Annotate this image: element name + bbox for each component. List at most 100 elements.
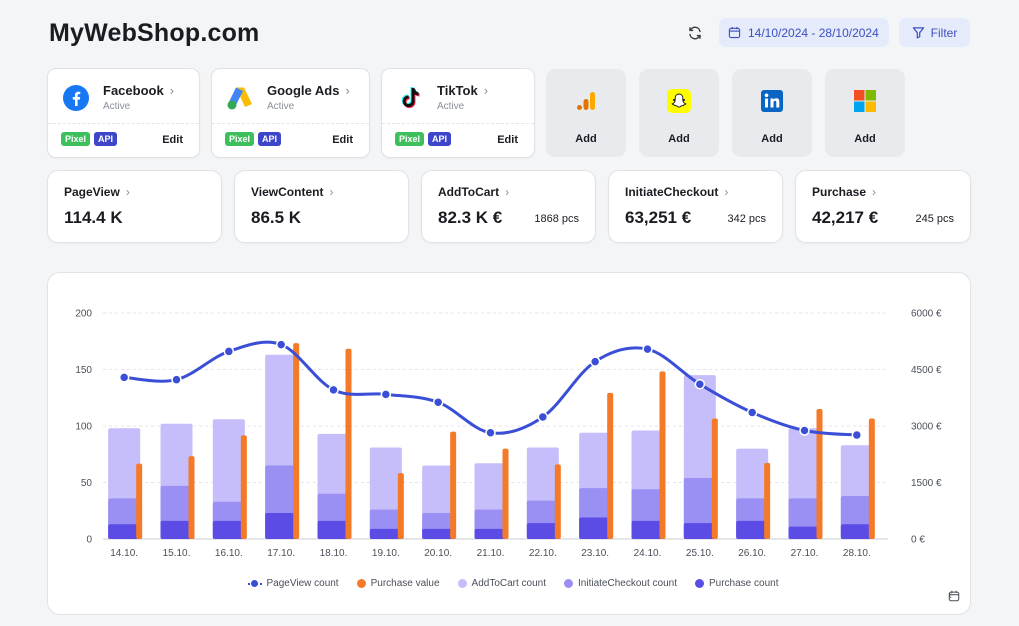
x-tick-label: 27.10. xyxy=(791,548,819,559)
purchase-count-bar xyxy=(788,526,821,539)
chart-card: 0 50 100 150 200 0 € 1500 € 3000 € 4500 € 6000 € 1… xyxy=(47,272,971,615)
chevron-right-icon: › xyxy=(483,83,489,98)
add-google-analytics-card[interactable]: Add xyxy=(546,69,626,157)
refresh-button[interactable] xyxy=(683,22,707,44)
purchase-count-bar xyxy=(579,517,612,539)
metric-name: ViewContent xyxy=(251,185,324,199)
x-tick-label: 18.10. xyxy=(320,548,348,559)
y-left-tick-label: 50 xyxy=(81,478,93,489)
refresh-icon xyxy=(689,26,701,40)
y-left-tick-label: 200 xyxy=(75,309,92,320)
metric-pcs: 342 pcs xyxy=(727,213,766,225)
x-tick-label: 17.10. xyxy=(267,548,295,559)
legend-item-pageview[interactable]: PageView count xyxy=(247,578,339,589)
legend-swatch xyxy=(694,579,704,588)
x-tick-label: 16.10. xyxy=(215,548,243,559)
add-label: Add xyxy=(575,133,597,145)
platform-status: Active xyxy=(103,101,131,112)
x-tick-label: 22.10. xyxy=(529,548,557,559)
platform-status: Active xyxy=(267,101,295,112)
purchase-value-bar xyxy=(293,343,300,539)
pageview-point xyxy=(537,411,549,423)
metric-card-pageview[interactable]: PageView › 114.4 K xyxy=(47,170,222,243)
metric-card-purchase[interactable]: Purchase › 42,217 € 245 pcs xyxy=(795,170,971,243)
chart-legend: PageView count Purchase value AddToCart … xyxy=(48,578,970,589)
platform-card-facebook[interactable]: Facebook › Active Pixel API Edit xyxy=(47,68,200,158)
purchase-value-bar xyxy=(554,464,561,539)
legend-swatch xyxy=(457,579,467,588)
platform-name: Google Ads xyxy=(267,83,340,98)
add-label: Add xyxy=(854,133,876,145)
metric-name: AddToCart xyxy=(438,185,500,199)
purchase-count-bar xyxy=(160,520,193,539)
purchase-count-bar xyxy=(736,520,769,539)
metric-card-viewcontent[interactable]: ViewContent › 86.5 K xyxy=(234,170,409,243)
metric-card-initiatecheckout[interactable]: InitiateCheckout › 63,251 € 342 pcs xyxy=(608,170,783,243)
metric-value: 82.3 K € xyxy=(438,208,503,227)
legend-item-purchase-count[interactable]: Purchase count xyxy=(694,578,779,589)
legend-label: InitiateCheckout count xyxy=(578,578,677,589)
y-right-tick-label: 4500 € xyxy=(911,365,942,376)
purchase-value-bar xyxy=(345,348,352,539)
pixel-badge: Pixel xyxy=(225,132,255,146)
metric-value: 86.5 K xyxy=(251,208,302,227)
metric-value: 42,217 € xyxy=(812,208,879,227)
page-title: MyWebShop.com xyxy=(49,19,260,47)
legend-label: PageView count xyxy=(266,578,339,589)
legend-item-purchase-value[interactable]: Purchase value xyxy=(356,578,440,589)
platform-name: TikTok xyxy=(437,83,478,98)
x-tick-label: 23.10. xyxy=(581,548,609,559)
pageview-point xyxy=(328,384,339,396)
filter-button[interactable]: Filter xyxy=(899,18,970,47)
chevron-right-icon: › xyxy=(345,83,350,98)
legend-item-addtocart[interactable]: AddToCart count xyxy=(457,578,546,589)
x-tick-label: 20.10. xyxy=(424,548,452,559)
filter-icon xyxy=(912,27,924,39)
x-tick-label: 28.10. xyxy=(843,548,871,559)
x-tick-label: 14.10. xyxy=(110,548,138,559)
y-right-tick-label: 6000 € xyxy=(911,309,942,320)
date-range-text: 14/10/2024 - 28/10/2024 xyxy=(748,25,879,40)
filter-label: Filter xyxy=(930,25,958,40)
pageview-point xyxy=(171,374,182,385)
legend-swatch-line xyxy=(247,579,262,588)
purchase-value-bar xyxy=(397,473,404,539)
metric-name: PageView xyxy=(64,185,120,199)
chevron-right-icon: › xyxy=(125,185,130,199)
platform-card-google-ads[interactable]: Google Ads › Active Pixel API Edit xyxy=(211,68,370,158)
x-tick-label: 26.10. xyxy=(738,548,766,559)
chevron-right-icon: › xyxy=(872,185,877,199)
add-linkedin-card[interactable]: Add xyxy=(732,69,812,157)
pageview-point xyxy=(799,425,810,436)
calendar-icon xyxy=(728,26,741,39)
metric-name: InitiateCheckout xyxy=(625,185,719,199)
legend-label: Purchase count xyxy=(708,578,779,589)
divider xyxy=(212,123,369,124)
edit-button[interactable]: Edit xyxy=(162,134,183,146)
purchase-value-bar xyxy=(816,409,823,539)
y-right-tick-label: 3000 € xyxy=(911,422,942,433)
y-right-tick-label: 1500 € xyxy=(911,478,942,489)
purchase-count-bar xyxy=(212,520,245,539)
add-microsoft-card[interactable]: Add xyxy=(825,69,905,157)
x-tick-label: 21.10. xyxy=(477,548,505,559)
x-tick-label: 24.10. xyxy=(634,548,662,559)
google-ads-icon xyxy=(226,84,254,112)
purchase-value-bar xyxy=(188,456,195,539)
api-badge: API xyxy=(258,132,282,146)
pageview-point xyxy=(851,429,863,441)
edit-button[interactable]: Edit xyxy=(497,134,518,146)
metric-card-addtocart[interactable]: AddToCart › 82.3 K € 1868 pcs xyxy=(421,170,596,243)
pageview-point xyxy=(746,407,758,418)
purchase-count-bar xyxy=(422,528,455,539)
date-range-picker[interactable]: 14/10/2024 - 28/10/2024 xyxy=(719,18,889,47)
y-left-tick-label: 0 xyxy=(86,535,92,546)
purchase-value-bar xyxy=(136,463,143,539)
add-snapchat-card[interactable]: Add xyxy=(639,69,719,157)
legend-swatch xyxy=(564,579,574,588)
calendar-icon[interactable] xyxy=(948,590,960,602)
edit-button[interactable]: Edit xyxy=(332,134,353,146)
pageview-point xyxy=(275,339,287,350)
legend-item-initiatecheckout[interactable]: InitiateCheckout count xyxy=(564,578,677,589)
platform-card-tiktok[interactable]: TikTok › Active Pixel API Edit xyxy=(381,68,535,158)
